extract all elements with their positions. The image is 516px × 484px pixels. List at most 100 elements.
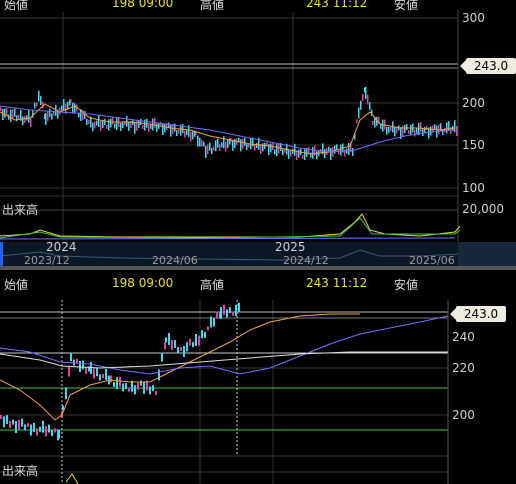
nav-date-2023-12: 2023/12 <box>24 254 70 266</box>
candle <box>434 124 436 130</box>
candle <box>189 338 191 346</box>
top-open-label: 始値 <box>4 0 29 12</box>
candle <box>414 129 416 137</box>
candle <box>394 127 396 137</box>
candle <box>223 136 225 149</box>
candle <box>70 99 72 103</box>
candle <box>180 347 182 351</box>
candle <box>282 149 284 156</box>
candle <box>420 122 422 132</box>
candle <box>207 144 209 155</box>
nav-year-2025: 2025 <box>275 242 306 254</box>
candle <box>12 419 14 425</box>
candle <box>358 107 360 119</box>
candle <box>104 119 106 125</box>
candle <box>54 428 56 433</box>
candle <box>330 148 332 160</box>
candle <box>70 353 72 361</box>
navigator-right-margin <box>458 242 516 266</box>
candle <box>165 337 167 343</box>
date-navigator[interactable]: 2024 2025 2023/12 2024/06 2024/12 2025/0… <box>0 242 516 266</box>
candle <box>210 316 212 328</box>
candle <box>36 428 38 436</box>
top-open-value-group: 198 09:00 <box>112 0 173 10</box>
candle <box>201 139 203 147</box>
candle <box>418 123 420 135</box>
candle <box>18 419 20 430</box>
candle <box>82 360 84 370</box>
candle <box>4 108 6 118</box>
candle <box>106 125 108 129</box>
candle <box>148 124 150 132</box>
candle <box>302 154 304 159</box>
candle <box>211 148 213 155</box>
candle <box>276 144 278 157</box>
candle <box>348 143 350 155</box>
long-term-candlesticks <box>0 87 458 161</box>
candle <box>126 115 128 127</box>
candle <box>270 143 272 153</box>
candle <box>372 121 374 125</box>
candle <box>408 130 410 134</box>
candle <box>262 143 264 152</box>
candle <box>2 109 4 121</box>
candle <box>416 128 418 134</box>
top-open-value: 198 <box>112 0 135 10</box>
candle <box>16 115 18 122</box>
candle <box>197 135 199 147</box>
long-term-chart-pane[interactable]: 始値 198 09:00 高値 243 11:12 安値 300 200 150… <box>0 0 516 242</box>
candle <box>220 307 222 319</box>
candle <box>213 317 215 327</box>
candle <box>134 121 136 134</box>
candle <box>98 115 100 127</box>
candle <box>304 149 306 161</box>
candle <box>223 304 225 315</box>
candle <box>213 146 215 151</box>
candle <box>138 119 140 128</box>
candle <box>140 119 142 125</box>
candle <box>76 359 78 363</box>
candle <box>314 145 316 156</box>
bottom-axis-220: 220 <box>452 361 475 375</box>
candle <box>149 386 151 395</box>
candle <box>12 109 14 120</box>
candle <box>155 391 157 395</box>
top-open-time: 09:00 <box>138 0 174 10</box>
candle <box>65 387 67 400</box>
top-axis-100: 100 <box>462 181 485 195</box>
top-axis-200: 200 <box>462 96 485 110</box>
candle <box>365 87 367 99</box>
candle <box>22 116 24 126</box>
intraday-candlesticks <box>0 302 240 441</box>
candle <box>207 326 209 331</box>
intraday-chart-pane[interactable]: 始値 198 09:00 高値 243 11:12 安値 240 220 200… <box>0 270 516 484</box>
candle <box>182 124 184 134</box>
bottom-open-value: 198 <box>112 276 135 290</box>
candle <box>198 335 200 346</box>
candle <box>116 377 118 390</box>
candle <box>205 146 207 158</box>
candle <box>424 127 426 133</box>
candle <box>369 102 371 111</box>
candle <box>34 102 36 109</box>
intraday-chart-canvas[interactable] <box>0 270 516 484</box>
candle <box>122 383 124 392</box>
candle <box>328 146 330 152</box>
candle <box>134 385 136 395</box>
candle <box>178 129 180 134</box>
candle <box>128 387 130 392</box>
long-term-chart-canvas[interactable] <box>0 0 516 242</box>
candle <box>298 149 300 158</box>
candle <box>170 124 172 137</box>
candle <box>24 115 26 123</box>
nav-year-2024: 2024 <box>46 242 77 254</box>
candle <box>388 126 390 133</box>
candle <box>390 127 392 131</box>
candle <box>137 382 139 390</box>
candle <box>49 108 51 117</box>
navigator-left-handle[interactable] <box>0 242 3 266</box>
top-high-time: 11:12 <box>332 0 368 10</box>
candle <box>27 423 29 428</box>
candle <box>227 139 229 148</box>
candle <box>51 113 53 120</box>
